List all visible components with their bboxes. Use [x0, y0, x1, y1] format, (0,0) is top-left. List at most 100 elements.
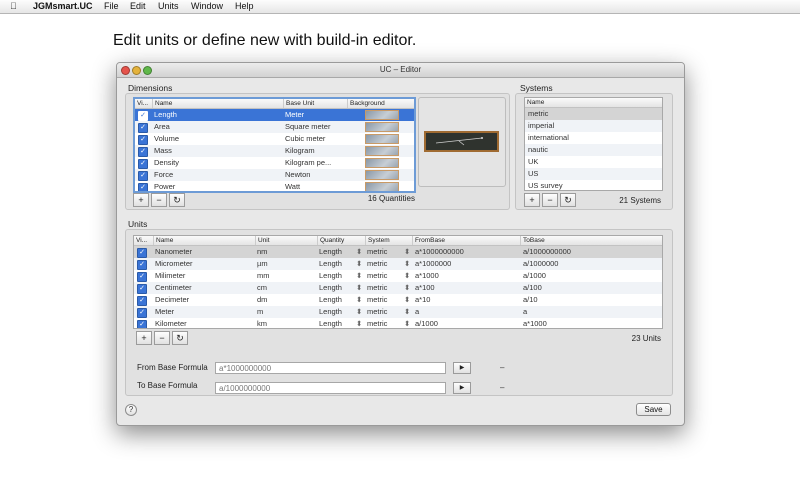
- table-row[interactable]: ✓ Kilometer km Length ⬍ metric ⬍ a/1000 a*1000: [134, 318, 662, 328]
- system-stepper[interactable]: ⬍: [404, 282, 412, 294]
- evaluate-to-formula-button[interactable]: ▶: [453, 382, 471, 394]
- table-row[interactable]: ✓ Centimeter cm Length ⬍ metric ⬍ a*100 a/100: [134, 282, 662, 294]
- list-item[interactable]: imperial: [525, 120, 662, 132]
- menu-units[interactable]: Units: [158, 0, 179, 13]
- table-row[interactable]: ✓ Nanometer nm Length ⬍ metric ⬍ a*1000000000 a/…: [134, 246, 662, 258]
- add-dimension-button[interactable]: +: [133, 193, 149, 207]
- refresh-dimension-button[interactable]: ↻: [169, 193, 185, 207]
- menu-window[interactable]: Window: [191, 0, 223, 13]
- column-unit-system[interactable]: System: [365, 236, 412, 245]
- remove-dimension-button[interactable]: −: [151, 193, 167, 207]
- to-base-formula-field[interactable]: a/1000000000: [215, 382, 446, 394]
- from-base-formula-field[interactable]: a*1000000000: [215, 362, 446, 374]
- refresh-unit-button[interactable]: ↻: [172, 331, 188, 345]
- column-unit-tobase[interactable]: ToBase: [520, 236, 662, 245]
- visible-checkbox[interactable]: ✓: [138, 183, 148, 191]
- quantity-stepper[interactable]: ⬍: [356, 282, 364, 294]
- column-unit-frombase[interactable]: FromBase: [412, 236, 520, 245]
- background-swatch[interactable]: [365, 134, 399, 144]
- dimension-name: Area: [154, 122, 170, 131]
- system-stepper[interactable]: ⬍: [404, 270, 412, 282]
- list-item[interactable]: US: [525, 168, 662, 180]
- table-row[interactable]: ✓ Decimeter dm Length ⬍ metric ⬍ a*10 a/10: [134, 294, 662, 306]
- add-unit-button[interactable]: +: [136, 331, 152, 345]
- visible-checkbox[interactable]: ✓: [137, 296, 147, 306]
- save-button[interactable]: Save: [636, 403, 671, 416]
- systems-table[interactable]: Name metric imperial international nautic UK…: [524, 97, 663, 191]
- background-swatch[interactable]: [365, 110, 399, 120]
- background-swatch[interactable]: [365, 122, 399, 132]
- visible-checkbox[interactable]: ✓: [138, 135, 148, 145]
- system-stepper[interactable]: ⬍: [404, 306, 412, 318]
- quantity-stepper[interactable]: ⬍: [356, 294, 364, 306]
- unit-symbol: dm: [257, 295, 268, 304]
- column-unit-quantity[interactable]: Quantity: [317, 236, 365, 245]
- table-row[interactable]: ✓ Area Square meter: [135, 121, 414, 133]
- apple-icon[interactable]: : [10, 0, 17, 13]
- table-row[interactable]: ✓ Power Watt: [135, 181, 414, 191]
- unit-symbol: km: [257, 319, 267, 328]
- quantity-stepper[interactable]: ⬍: [356, 246, 364, 258]
- system-stepper[interactable]: ⬍: [404, 258, 412, 270]
- column-base-unit[interactable]: Base Unit: [283, 99, 347, 108]
- system-stepper[interactable]: ⬍: [404, 294, 412, 306]
- background-swatch[interactable]: [365, 170, 399, 180]
- unit-name: Micrometer: [155, 259, 193, 268]
- menu-file[interactable]: File: [104, 0, 119, 13]
- visible-checkbox[interactable]: ✓: [137, 260, 147, 270]
- table-row[interactable]: ✓ Force Newton: [135, 169, 414, 181]
- dimensions-table[interactable]: Vi... Name Base Unit Background ✓ Length M…: [133, 97, 416, 193]
- visible-checkbox[interactable]: ✓: [137, 248, 147, 258]
- system-stepper[interactable]: ⬍: [404, 318, 412, 328]
- unit-symbol: cm: [257, 283, 267, 292]
- quantity-stepper[interactable]: ⬍: [356, 318, 364, 328]
- quantity-stepper[interactable]: ⬍: [356, 270, 364, 282]
- table-row[interactable]: ✓ Mass Kilogram: [135, 145, 414, 157]
- list-item[interactable]: metric: [525, 108, 662, 120]
- column-unit-symbol[interactable]: Unit: [255, 236, 317, 245]
- table-row[interactable]: ✓ Milimeter mm Length ⬍ metric ⬍ a*1000 a/1000: [134, 270, 662, 282]
- refresh-system-button[interactable]: ↻: [560, 193, 576, 207]
- column-visible[interactable]: Vi...: [135, 99, 152, 108]
- visible-checkbox[interactable]: ✓: [138, 111, 148, 121]
- table-row[interactable]: ✓ Meter m Length ⬍ metric ⬍ a a: [134, 306, 662, 318]
- menu-help[interactable]: Help: [235, 0, 254, 13]
- background-swatch[interactable]: [365, 158, 399, 168]
- column-unit-visible[interactable]: Vi...: [134, 236, 153, 245]
- visible-checkbox[interactable]: ✓: [138, 147, 148, 157]
- background-swatch[interactable]: [365, 146, 399, 156]
- remove-unit-button[interactable]: −: [154, 331, 170, 345]
- table-row[interactable]: ✓ Micrometer µm Length ⬍ metric ⬍ a*1000000 a/10…: [134, 258, 662, 270]
- help-button[interactable]: ?: [125, 404, 137, 416]
- evaluate-from-formula-button[interactable]: ▶: [453, 362, 471, 374]
- remove-system-button[interactable]: −: [542, 193, 558, 207]
- quantity-stepper[interactable]: ⬍: [356, 306, 364, 318]
- quantities-count: 16 Quantities: [367, 194, 415, 203]
- background-swatch[interactable]: [365, 182, 399, 191]
- column-system-name[interactable]: Name: [525, 98, 662, 107]
- visible-checkbox[interactable]: ✓: [137, 308, 147, 318]
- units-table[interactable]: Vi... Name Unit Quantity System FromBase…: [133, 235, 663, 329]
- table-row[interactable]: ✓ Density Kilogram pe...: [135, 157, 414, 169]
- visible-checkbox[interactable]: ✓: [137, 320, 147, 328]
- system-stepper[interactable]: ⬍: [404, 246, 412, 258]
- menu-edit[interactable]: Edit: [130, 0, 146, 13]
- add-system-button[interactable]: +: [524, 193, 540, 207]
- quantity-stepper[interactable]: ⬍: [356, 258, 364, 270]
- list-item[interactable]: UK: [525, 156, 662, 168]
- list-item[interactable]: US survey: [525, 180, 662, 190]
- list-item[interactable]: international: [525, 132, 662, 144]
- visible-checkbox[interactable]: ✓: [137, 284, 147, 294]
- visible-checkbox[interactable]: ✓: [137, 272, 147, 282]
- unit-system: metric: [367, 319, 388, 328]
- column-background[interactable]: Background: [347, 99, 414, 108]
- visible-checkbox[interactable]: ✓: [138, 159, 148, 169]
- visible-checkbox[interactable]: ✓: [138, 123, 148, 133]
- table-row[interactable]: ✓ Volume Cubic meter: [135, 133, 414, 145]
- menu-app-name[interactable]: JGMsmart.UC: [33, 0, 93, 13]
- column-name[interactable]: Name: [152, 99, 283, 108]
- list-item[interactable]: nautic: [525, 144, 662, 156]
- visible-checkbox[interactable]: ✓: [138, 171, 148, 181]
- column-unit-name[interactable]: Name: [153, 236, 255, 245]
- table-row[interactable]: ✓ Length Meter: [135, 109, 414, 121]
